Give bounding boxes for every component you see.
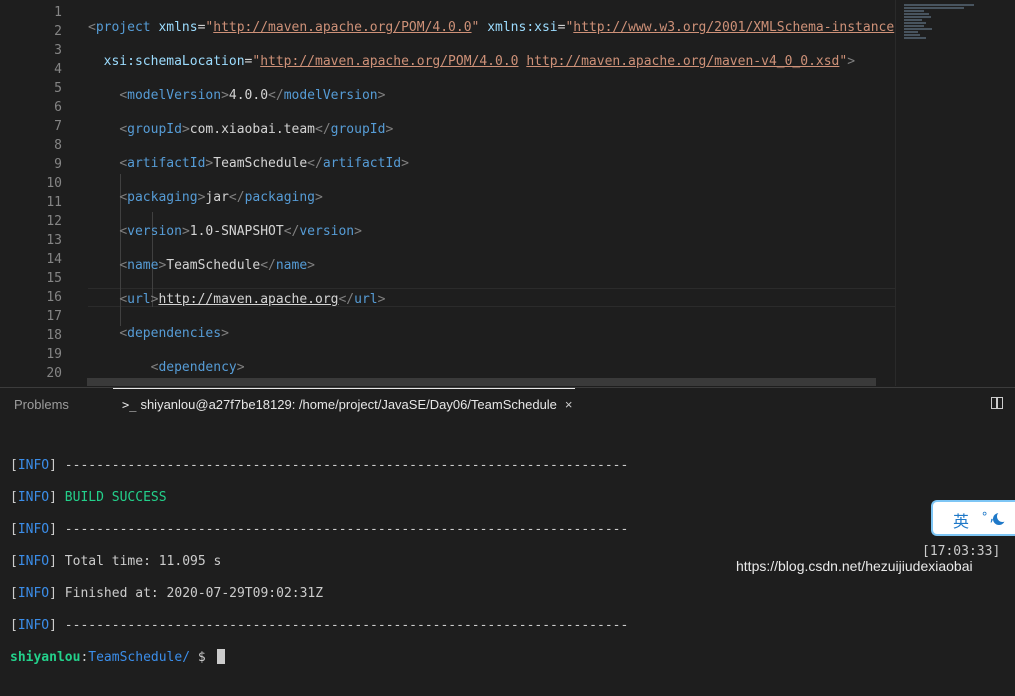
code-line-5: <artifactId>TeamSchedule</artifactId> (119, 156, 409, 171)
line-number: 3 (54, 43, 62, 58)
code-line-9: <url>http://maven.apache.org</url> (119, 292, 386, 307)
line-number: 8 (54, 138, 62, 153)
line-number: 16 (46, 290, 62, 305)
line-number: 15 (46, 271, 62, 286)
line-number: 9 (54, 157, 62, 172)
code-line-11: <dependency> (150, 360, 245, 375)
tab-terminal-label: shiyanlou@a27f7be18129: /home/project/Ja… (140, 397, 557, 412)
code-line-2: xsi:schemaLocation="http://maven.apache.… (103, 54, 856, 69)
watermark-text: https://blog.csdn.net/hezuijiudexiaobai (736, 558, 973, 574)
line-number: 18 (46, 328, 62, 343)
terminal-line: [INFO] Total time: 11.095 s (10, 554, 222, 569)
terminal-line: [INFO] ---------------------------------… (10, 618, 629, 633)
line-number: 17 (46, 309, 62, 324)
code-content[interactable]: <project xmlns="http://maven.apache.org/… (88, 3, 895, 386)
terminal-output[interactable]: [INFO] ---------------------------------… (10, 442, 628, 696)
code-line-1: <project xmlns="http://maven.apache.org/… (88, 20, 895, 35)
code-line-3: <modelVersion>4.0.0</modelVersion> (119, 88, 386, 103)
terminal-line: [INFO] BUILD SUCCESS (10, 490, 167, 505)
code-line-7: <version>1.0-SNAPSHOT</version> (119, 224, 362, 239)
line-number: 14 (46, 252, 62, 267)
code-line-4: <groupId>com.xiaobai.team</groupId> (119, 122, 394, 137)
line-number: 4 (54, 62, 62, 77)
terminal-cursor (216, 649, 225, 664)
ime-language-toggle[interactable]: 英 (953, 508, 969, 532)
line-number: 2 (54, 24, 62, 39)
line-number: 1 (54, 5, 62, 20)
line-number: 13 (46, 233, 62, 248)
code-line-6: <packaging>jar</packaging> (119, 190, 323, 205)
code-line-10: <dependencies> (119, 326, 229, 341)
line-number: 5 (54, 81, 62, 96)
line-number: 6 (54, 100, 62, 115)
terminal-line: [INFO] ---------------------------------… (10, 522, 629, 537)
terminal-clock: [17:03:33] (922, 544, 1001, 559)
terminal-line: [INFO] Finished at: 2020-07-29T09:02:31Z (10, 586, 324, 601)
terminal-prompt[interactable]: shiyanlou:TeamSchedule/ $ (10, 649, 628, 666)
ime-moon-icon[interactable] (993, 511, 1008, 525)
tab-terminal[interactable]: >_ shiyanlou@a27f7be18129: /home/project/… (122, 388, 573, 422)
minimap[interactable] (895, 0, 1015, 386)
line-number: 12 (46, 214, 62, 229)
ime-toolbar[interactable]: 英 °, (931, 500, 1015, 536)
terminal-line: [INFO] ---------------------------------… (10, 458, 629, 473)
line-number: 10 (46, 176, 62, 191)
split-panel-icon[interactable] (991, 397, 1003, 409)
line-number: 11 (46, 195, 62, 210)
tab-problems[interactable]: Problems (14, 388, 69, 422)
terminal-icon: >_ (122, 398, 137, 412)
line-number: 20 (46, 366, 62, 381)
line-number-gutter: 1 2 3 4 5 6 7 8 9 10 11 12 13 14 15 16 17 18 19 20 (0, 3, 62, 383)
line-number: 19 (46, 347, 62, 362)
tab-problems-label: Problems (14, 397, 69, 412)
close-icon[interactable]: × (565, 397, 573, 412)
code-line-8: <name>TeamSchedule</name> (119, 258, 315, 273)
panel-tab-bar: Problems >_ shiyanlou@a27f7be18129: /home… (0, 388, 1015, 422)
code-editor[interactable]: 1 2 3 4 5 6 7 8 9 10 11 12 13 14 15 16 17 18 19 20 <project… (0, 0, 895, 386)
bottom-panel: Problems >_ shiyanlou@a27f7be18129: /home… (0, 387, 1015, 665)
horizontal-scrollbar[interactable] (87, 378, 876, 386)
line-number: 7 (54, 119, 62, 134)
